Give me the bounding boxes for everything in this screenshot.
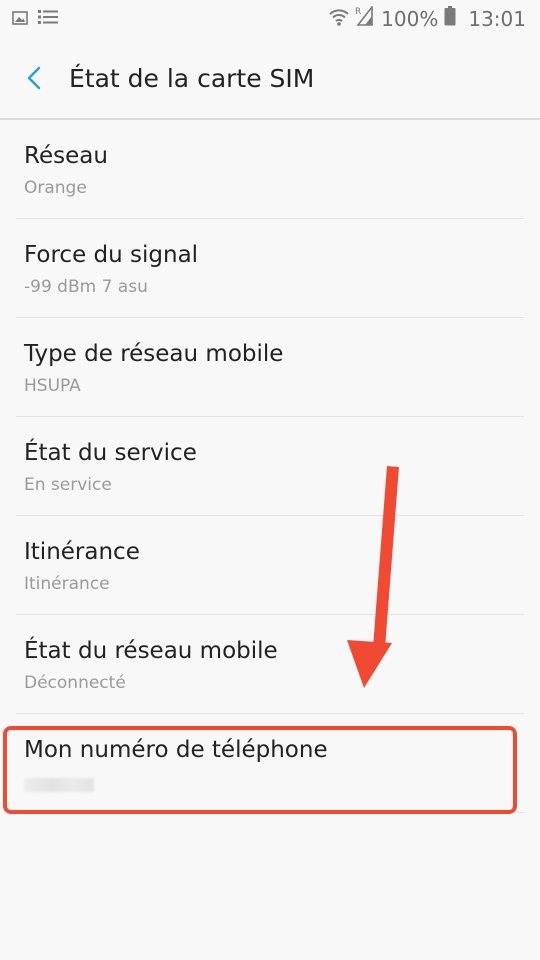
page-title: État de la carte SIM xyxy=(69,64,315,93)
item-title: Itinérance xyxy=(24,539,140,565)
battery-icon xyxy=(444,5,456,33)
item-value: En service xyxy=(24,475,112,495)
status-bar-notifications xyxy=(12,9,58,29)
app-bar: État de la carte SIM xyxy=(0,38,540,120)
image-icon xyxy=(12,10,28,29)
list-item-service-state[interactable]: État du service En service xyxy=(0,417,540,516)
wifi-icon xyxy=(329,5,349,33)
item-value: Déconnecté xyxy=(24,673,126,693)
item-value: -99 dBm 7 asu xyxy=(24,277,148,297)
battery-percent: 100% xyxy=(381,7,439,31)
sim-status-list: Réseau Orange Force du signal -99 dBm 7 … xyxy=(0,120,540,813)
item-title: État du service xyxy=(24,440,197,466)
phone-number-redacted xyxy=(24,778,94,792)
item-title: Force du signal xyxy=(24,242,199,268)
back-button[interactable] xyxy=(18,60,54,96)
item-title: Réseau xyxy=(24,143,108,169)
status-bar: R 100% 13:01 xyxy=(0,0,540,38)
roaming-signal-icon: R xyxy=(355,4,373,33)
item-value: Orange xyxy=(24,178,87,198)
status-bar-system: R 100% 13:01 xyxy=(329,4,526,33)
item-title: État du réseau mobile xyxy=(24,638,278,664)
list-item-mobile-network-state[interactable]: État du réseau mobile Déconnecté xyxy=(0,615,540,714)
list-item-signal-strength[interactable]: Force du signal -99 dBm 7 asu xyxy=(0,219,540,318)
list-item-network[interactable]: Réseau Orange xyxy=(0,120,540,219)
item-value: HSUPA xyxy=(24,376,81,396)
list-item-network-type[interactable]: Type de réseau mobile HSUPA xyxy=(0,318,540,417)
item-title: Mon numéro de téléphone xyxy=(24,737,328,763)
clock: 13:01 xyxy=(468,7,526,31)
list-icon xyxy=(38,9,58,29)
item-value: Itinérance xyxy=(24,574,110,594)
back-arrow-icon xyxy=(18,66,54,100)
svg-text:R: R xyxy=(355,7,361,17)
item-title: Type de réseau mobile xyxy=(24,341,284,367)
list-item-roaming[interactable]: Itinérance Itinérance xyxy=(0,516,540,615)
list-item-phone-number[interactable]: Mon numéro de téléphone xyxy=(0,714,540,813)
divider xyxy=(16,812,524,813)
